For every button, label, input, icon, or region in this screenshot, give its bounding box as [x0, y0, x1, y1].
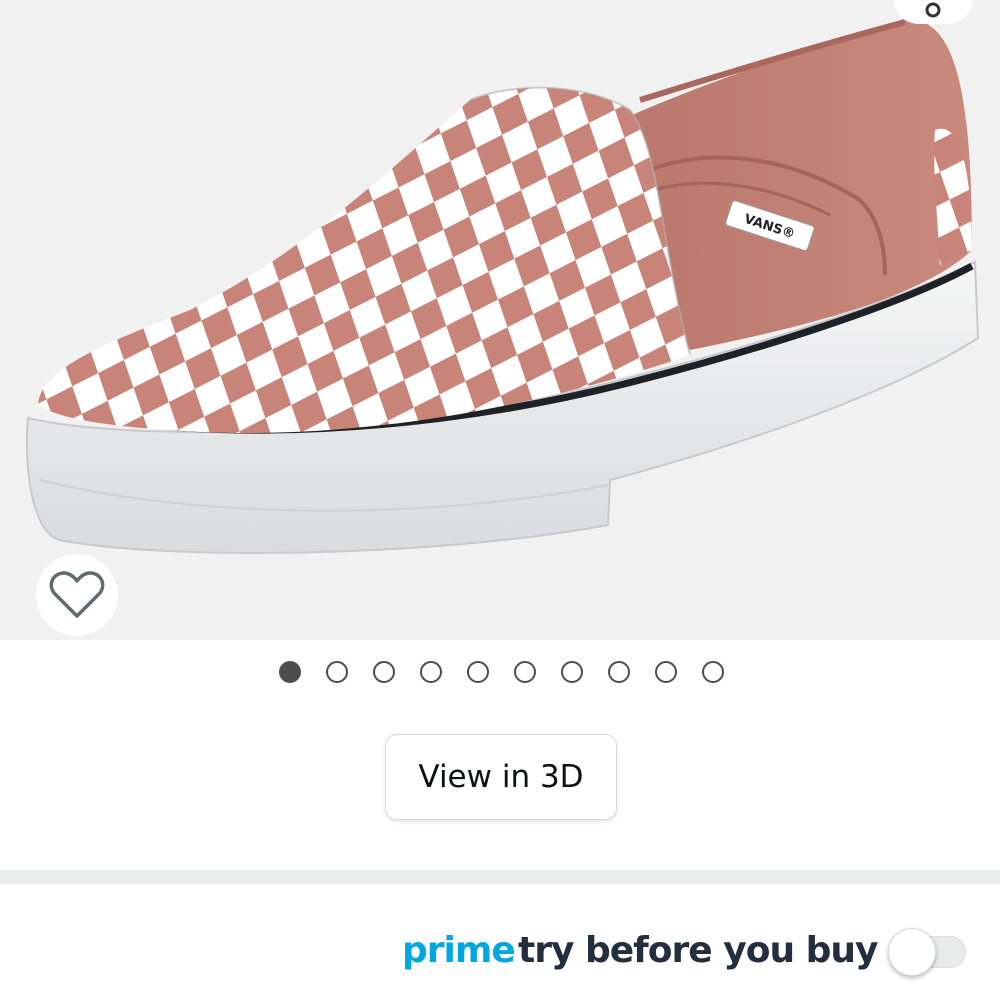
view-in-3d-button[interactable]: View in 3D [385, 734, 617, 820]
heart-outline-icon [49, 571, 105, 618]
toggle-knob [888, 928, 936, 976]
pagination-dot[interactable] [325, 661, 348, 683]
pagination-dot[interactable] [513, 661, 536, 683]
pagination-dot[interactable] [560, 661, 583, 683]
product-image-gallery[interactable]: VANS® [0, 0, 1000, 640]
pagination-dot[interactable] [701, 661, 724, 683]
pagination-dot[interactable] [607, 661, 630, 683]
try-before-you-buy-label: try before you buy [518, 930, 878, 971]
try-before-you-buy-toggle[interactable] [888, 928, 968, 976]
pagination-dot[interactable] [466, 661, 489, 683]
product-image[interactable]: VANS® [0, 0, 1000, 640]
pagination-dot[interactable] [278, 661, 301, 683]
pagination-dot[interactable] [372, 661, 395, 683]
prime-logo-text: prime [402, 930, 516, 971]
section-divider [0, 870, 1000, 884]
pagination-dot[interactable] [419, 661, 442, 683]
image-pagination-dots [0, 660, 1000, 684]
wishlist-button[interactable] [36, 554, 118, 636]
share-icon [925, 2, 941, 18]
pagination-dot[interactable] [654, 661, 677, 683]
